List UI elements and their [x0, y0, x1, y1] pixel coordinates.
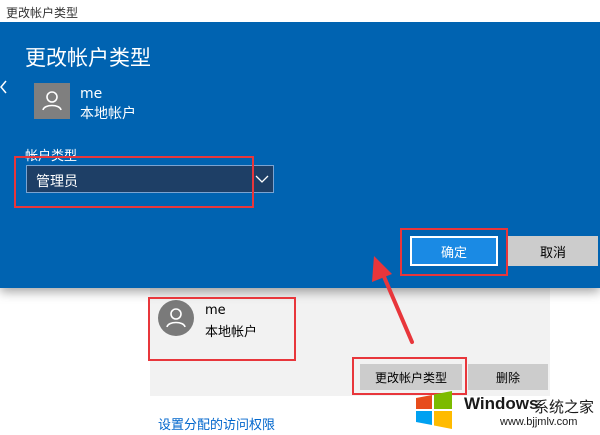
chevron-down-icon	[255, 175, 269, 183]
dialog-user-type: 本地帐户	[80, 106, 136, 122]
dialog-heading: 更改帐户类型	[25, 46, 151, 70]
chevron-left-icon	[0, 80, 7, 94]
watermark-subtitle: 系统之家	[534, 398, 595, 416]
dialog-user-avatar	[34, 83, 70, 119]
highlight-ok-button	[400, 228, 508, 276]
cancel-button[interactable]: 取消	[508, 236, 598, 266]
change-account-type-dialog: 更改帐户类型 更改帐户类型 me 本地帐户 帐户类型 管理员 确定 取消	[0, 0, 600, 288]
site-watermark: Windows 系统之家 www.bjjmlv.com	[400, 380, 600, 435]
watermark-url: www.bjjmlv.com	[500, 416, 578, 428]
window-title: 更改帐户类型	[6, 6, 79, 20]
dialog-titlebar: 更改帐户类型	[0, 0, 600, 22]
highlight-account-type-select	[14, 156, 254, 208]
watermark-brand: Windows	[464, 394, 539, 413]
dialog-user-name: me	[80, 86, 103, 102]
person-icon	[42, 91, 62, 111]
windows-logo-icon	[416, 391, 452, 429]
highlight-account-user	[148, 297, 296, 361]
assigned-access-link[interactable]: 设置分配的访问权限	[158, 414, 275, 433]
